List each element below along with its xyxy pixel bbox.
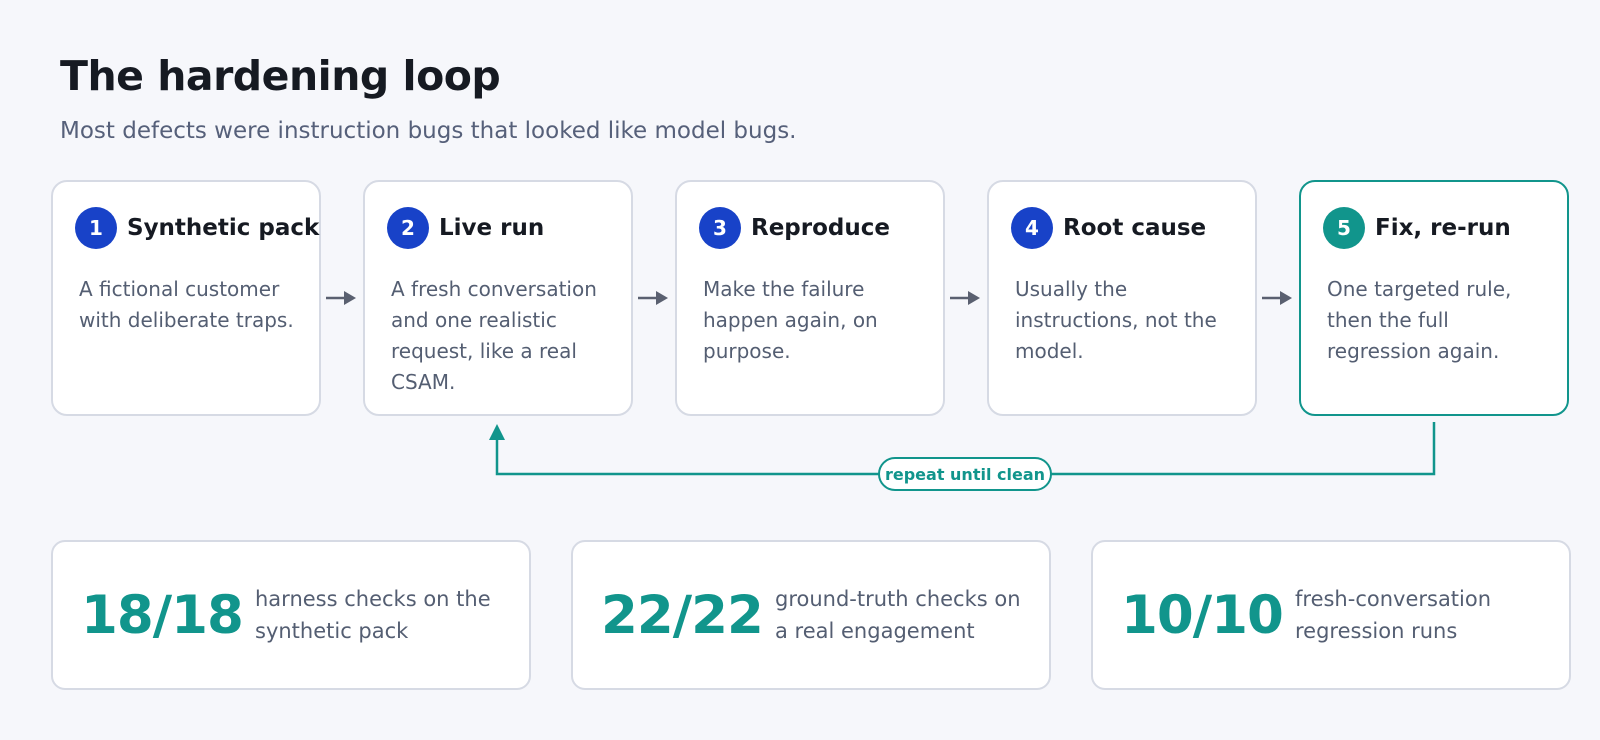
step-description: Usually the instructions, not the model. bbox=[1015, 277, 1217, 363]
step-title: Live run bbox=[439, 215, 545, 241]
step-title: Synthetic pack bbox=[127, 215, 320, 241]
arrow-right-icon bbox=[638, 291, 668, 305]
arrow-up-icon bbox=[489, 424, 505, 440]
stat-value: 18/18 bbox=[81, 584, 244, 646]
loop-label: repeat until clean bbox=[878, 457, 1052, 491]
step-number-badge: 4 bbox=[1011, 207, 1053, 249]
stat-label: ground-truth checks on a real engagement bbox=[775, 587, 1021, 643]
step-header: 4 Root cause bbox=[1011, 206, 1233, 250]
stat-card-ground-truth: 22/22 ground-truth checks on a real enga… bbox=[571, 540, 1051, 690]
step-card-fix-rerun: 5 Fix, re-run One targeted rule, then th… bbox=[1299, 180, 1569, 416]
step-card-reproduce: 3 Reproduce Make the failure happen agai… bbox=[675, 180, 945, 416]
step-number-badge: 2 bbox=[387, 207, 429, 249]
step-header: 2 Live run bbox=[387, 206, 609, 250]
step-description: One targeted rule, then the full regress… bbox=[1327, 277, 1512, 363]
step-number-badge: 3 bbox=[699, 207, 741, 249]
step-title: Root cause bbox=[1063, 215, 1207, 241]
step-header: 3 Reproduce bbox=[699, 206, 921, 250]
step-title: Reproduce bbox=[751, 215, 890, 241]
stat-card-regression: 10/10 fresh-conversation regression runs bbox=[1091, 540, 1571, 690]
stat-value: 10/10 bbox=[1121, 584, 1284, 646]
arrow-right-icon bbox=[1262, 291, 1292, 305]
stat-card-harness: 18/18 harness checks on the synthetic pa… bbox=[51, 540, 531, 690]
page: The hardening loop Most defects were ins… bbox=[0, 0, 1600, 740]
step-number-badge: 5 bbox=[1323, 207, 1365, 249]
step-number-badge: 1 bbox=[75, 207, 117, 249]
step-header: 5 Fix, re-run bbox=[1323, 206, 1545, 250]
step-description: A fictional customer with deliberate tra… bbox=[79, 277, 294, 332]
step-title: Fix, re-run bbox=[1375, 215, 1511, 241]
stat-label: fresh-conversation regression runs bbox=[1295, 587, 1492, 643]
step-card-live-run: 2 Live run A fresh conversation and one … bbox=[363, 180, 633, 416]
page-title: The hardening loop bbox=[60, 52, 501, 100]
step-description: A fresh conversation and one realistic r… bbox=[391, 277, 597, 394]
step-card-synthetic-pack: 1 Synthetic pack A fictional customer wi… bbox=[51, 180, 321, 416]
arrow-right-icon bbox=[326, 291, 356, 305]
page-subtitle: Most defects were instruction bugs that … bbox=[60, 118, 797, 144]
step-header: 1 Synthetic pack bbox=[75, 206, 319, 250]
stat-label: harness checks on the synthetic pack bbox=[255, 587, 491, 643]
arrow-right-icon bbox=[950, 291, 980, 305]
stat-value: 22/22 bbox=[601, 584, 764, 646]
step-card-root-cause: 4 Root cause Usually the instructions, n… bbox=[987, 180, 1257, 416]
step-description: Make the failure happen again, on purpos… bbox=[703, 277, 878, 363]
